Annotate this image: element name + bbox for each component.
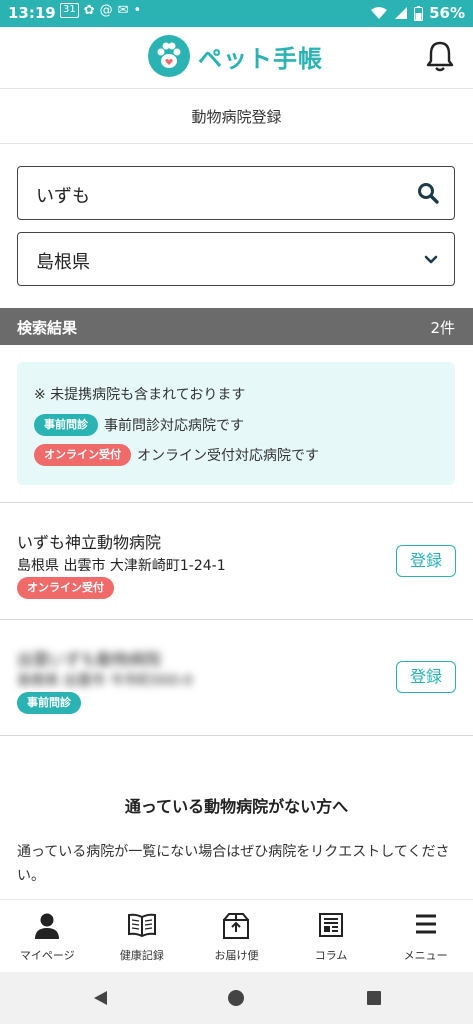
search-input[interactable]: いずも [17,166,455,220]
hospital-item: いずも神立動物病院 島根県 出雲市 大津新崎町1-24-1 オンライン受付 登録 [0,503,473,618]
nav-label: 健康記録 [119,949,164,962]
nav-label: メニュー [403,949,448,962]
battery-icon [414,5,424,21]
status-time: 13:19 [8,4,56,22]
legend-text-teal: 事前問診対応病院です [104,418,244,434]
prefecture-select[interactable]: 島根県 [17,232,455,286]
page-title: 動物病院登録 [0,90,473,144]
no-hospital-title: 通っている動物病院がない方へ [124,797,349,816]
nav-delivery[interactable]: お届け便 [189,900,284,972]
hospital-address: 島根県 出雲市 今市町000-0 [17,673,193,689]
pinwheel-icon: ✿ [83,3,95,18]
person-icon [35,913,60,939]
legend-row-teal: 事前問診 事前問診対応病院です [34,414,244,436]
hospital-name: 出雲いずも動物病院 [17,650,162,669]
home-icon[interactable] [227,989,245,1007]
search-input-value: いずも [36,186,90,207]
box-icon [223,913,250,939]
search-icon[interactable] [416,181,440,205]
register-button[interactable]: 登録 [396,545,456,577]
nav-label: マイページ [19,949,75,962]
bottom-navigation: マイページ 健康記録 お届け便 コラム メニュー [0,899,473,972]
hospital-item: 出雲いずも動物病院 島根県 出雲市 今市町000-0 事前問診 登録 [0,620,473,735]
app-name: ペット手帳 [198,44,323,73]
nav-mypage[interactable]: マイページ [0,900,95,972]
news-icon [319,913,344,937]
legend-text-red: オンライン受付対応病院です [137,448,319,464]
app-header: ペット手帳 [0,27,473,89]
results-count: 2件 [430,319,455,337]
register-button[interactable]: 登録 [396,661,456,693]
legend-row-red: オンライン受付 オンライン受付対応病院です [34,444,319,466]
paw-icon [148,35,190,77]
no-hospital-description: 通っている病院が一覧にない場合はぜひ病院をリクエストしてください。 [17,844,450,884]
threads-icon: @ [99,3,113,18]
mail-icon: ✉ [117,3,129,18]
dot-icon: • [133,3,142,18]
hospital-name: いずも神立動物病院 [17,533,162,552]
app-logo[interactable]: ペット手帳 [148,35,323,77]
notice-text: ※ 未提携病院も含まれております [34,387,246,403]
nav-label: コラム [314,949,348,962]
menu-icon [415,914,436,934]
hospital-address: 島根県 出雲市 大津新崎町1-24-1 [17,558,226,574]
wifi-icon [371,7,388,19]
back-icon[interactable] [91,989,109,1007]
status-right: 56% [370,4,465,22]
nav-column[interactable]: コラム [284,900,379,972]
nav-health-record[interactable]: 健康記録 [95,900,190,972]
book-icon [127,913,156,938]
battery-percent: 56% [429,4,465,22]
signal-icon [395,7,408,19]
chevron-down-icon [424,255,438,264]
online-badge: オンライン受付 [34,444,131,466]
pre-consult-badge: 事前問診 [17,692,81,714]
nav-label: お届け便 [214,949,259,962]
results-header: 検索結果 2件 [0,308,473,345]
notification-icons: 31 ✿ @ ✉ • [60,3,141,18]
divider [0,735,473,736]
system-navigation-bar [0,972,473,1024]
calendar-icon: 31 [60,3,79,18]
prefecture-value: 島根県 [36,252,90,273]
bell-icon[interactable] [423,39,457,73]
pre-consult-badge: 事前問診 [34,414,98,436]
nav-menu[interactable]: メニュー [378,900,473,972]
status-bar: 13:19 31 ✿ @ ✉ • 56% [0,0,473,27]
legend-notice: ※ 未提携病院も含まれております 事前問診 事前問診対応病院です オンライン受付… [17,362,455,485]
recents-icon[interactable] [366,990,382,1006]
results-label: 検索結果 [17,319,78,337]
online-badge: オンライン受付 [17,577,114,599]
